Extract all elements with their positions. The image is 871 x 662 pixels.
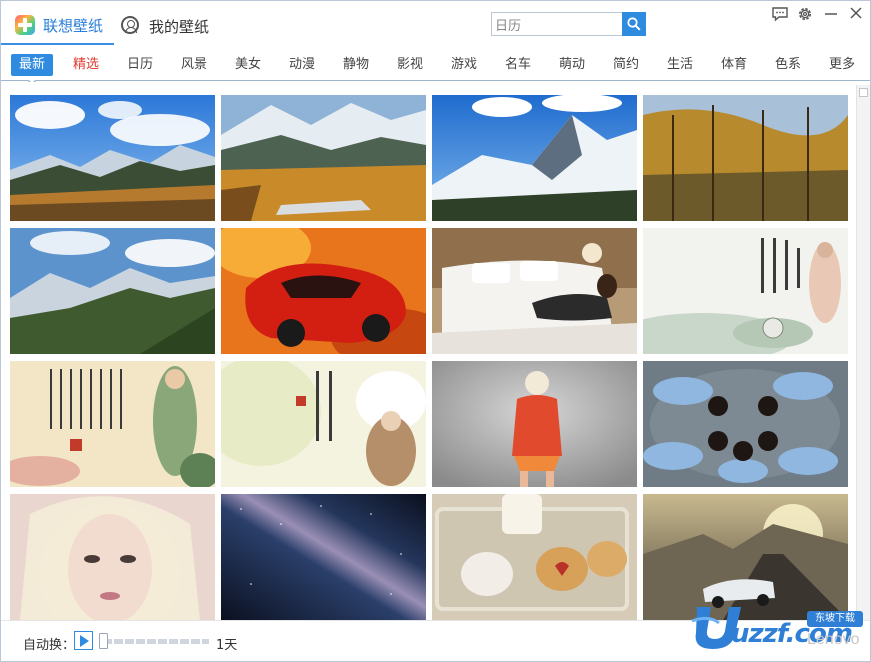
category-tab-life[interactable]: 生活 [659,54,701,76]
wallpaper-thumbnail[interactable] [221,494,426,620]
close-button[interactable] [848,5,870,25]
app-title: 联想壁纸 [43,17,104,35]
wallpaper-thumbnail[interactable] [432,95,637,221]
category-tab-film[interactable]: 影视 [389,54,431,76]
search-icon [627,17,641,31]
settings-button[interactable] [796,5,818,25]
app-window: 联想壁纸 我的壁纸 日历 最新 精选 日历 风景 美女 动漫 静物 影视 游戏 … [0,0,871,662]
category-bar: 最新 精选 日历 风景 美女 动漫 静物 影视 游戏 名车 萌动 简约 生活 体… [1,45,870,81]
tab-my-wallpapers-label: 我的壁纸 [149,18,210,36]
wallpaper-thumbnail[interactable] [432,361,637,487]
category-tab-games[interactable]: 游戏 [443,54,485,76]
wallpaper-thumbnail[interactable] [643,361,848,487]
category-tab-more[interactable]: 更多 [821,54,863,76]
wallpaper-thumbnail[interactable] [10,95,215,221]
slider-handle[interactable] [99,633,108,649]
wallpaper-thumbnail[interactable] [432,494,637,620]
app-logo-icon [15,15,35,35]
close-icon [850,7,862,19]
wallpaper-thumbnail[interactable] [432,228,637,354]
wallpaper-thumbnail[interactable] [10,361,215,487]
wallpaper-thumbnail[interactable] [643,228,848,354]
scrollbar-thumb[interactable] [859,88,868,97]
play-button[interactable] [74,631,93,650]
category-tab-calendar[interactable]: 日历 [119,54,161,76]
wallpaper-thumbnail[interactable] [643,95,848,221]
interval-value: 1天 [216,638,238,653]
wallpaper-thumbnail[interactable] [221,95,426,221]
wallpaper-thumbnail[interactable] [10,228,215,354]
category-tab-beauty[interactable]: 美女 [227,54,269,76]
watermark: uzzf.com 东坡下载 Lenovo [689,601,865,651]
watermark-badge: 东坡下载 [807,611,863,627]
category-tab-cute[interactable]: 萌动 [551,54,593,76]
user-icon [121,16,139,34]
category-tab-simple[interactable]: 简约 [605,54,647,76]
title-bar: 联想壁纸 我的壁纸 [1,1,870,45]
category-tab-featured[interactable]: 精选 [65,54,107,76]
category-tab-scenery[interactable]: 风景 [173,54,215,76]
wallpaper-grid [1,82,856,620]
feedback-button[interactable] [771,5,793,25]
wallpaper-thumbnail[interactable] [221,361,426,487]
wallpaper-thumbnail[interactable] [221,228,426,354]
category-tab-sports[interactable]: 体育 [713,54,755,76]
minimize-icon [825,13,837,15]
category-tab-cars[interactable]: 名车 [497,54,539,76]
auto-change-label: 自动换： [23,638,76,653]
gear-icon [799,8,811,20]
tab-lenovo-wallpaper[interactable]: 联想壁纸 [1,1,114,45]
category-tab-anime[interactable]: 动漫 [281,54,323,76]
category-tab-latest[interactable]: 最新 [11,54,53,76]
feedback-icon [772,7,788,22]
search-button[interactable] [622,12,646,36]
watermark-brand: Lenovo [807,631,860,648]
slider-track [103,639,209,644]
search-box [491,12,623,36]
search-input[interactable] [492,13,622,35]
wallpaper-thumbnail[interactable] [10,494,215,620]
minimize-button[interactable] [823,5,845,25]
vertical-scrollbar[interactable] [856,85,870,620]
tab-my-wallpapers[interactable]: 我的壁纸 [119,1,229,45]
category-tab-colors[interactable]: 色系 [767,54,809,76]
interval-slider[interactable] [99,631,211,651]
category-tab-still-life[interactable]: 静物 [335,54,377,76]
